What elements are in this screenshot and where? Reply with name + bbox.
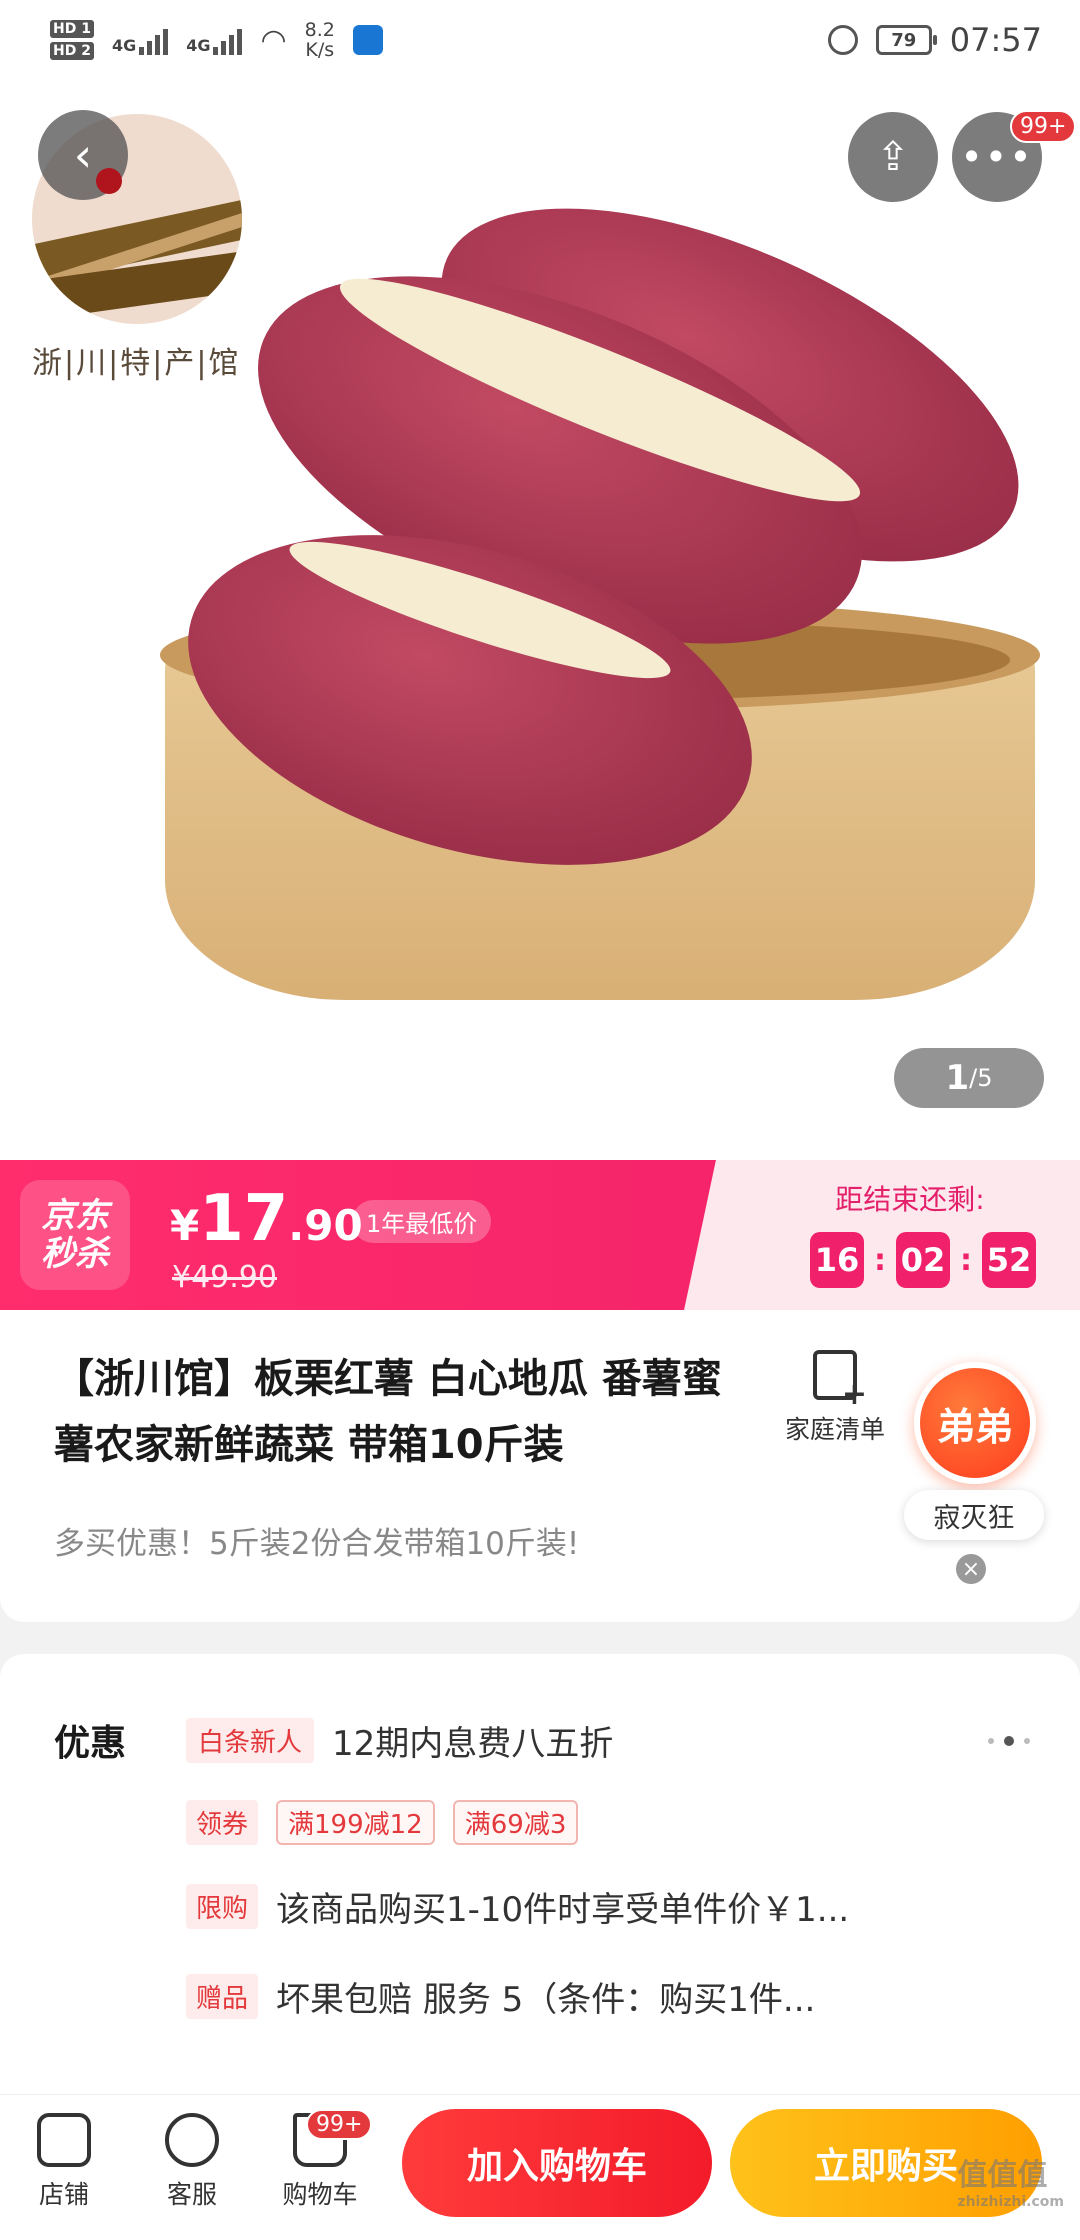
promo-text: 坏果包赔 服务 5（条件：购买1件...: [276, 1980, 816, 2020]
promo-tag: 领券: [186, 1800, 259, 1845]
store-icon: [37, 2113, 91, 2167]
net2-label: 4G: [186, 36, 211, 55]
promo-tag: 白条新人: [186, 1718, 315, 1763]
service-label: 客服: [166, 2180, 217, 2209]
product-subtitle: 多买优惠！5斤装2份合发带箱10斤装!: [54, 1526, 580, 1562]
flash-sale-bar: 京东 秒杀 ¥17.90 1年最低价 ¥49.90 距结束还剩: 16 : 02…: [0, 1160, 1080, 1310]
status-bar: HD 1 HD 2 4G 4G ◠ 8.2 K/s 79 07:57: [0, 0, 1080, 80]
watermark-main: 值值值: [957, 2158, 1048, 2193]
promo-text: 12期内息费八五折: [332, 1724, 614, 1764]
shield-icon: [352, 25, 383, 55]
promo-row-baitiao: 白条新人 12期内息费八五折: [186, 1716, 613, 1765]
assistant-name: 寂灭狂: [904, 1490, 1044, 1540]
watermark-sub: zhizhizhi.com: [957, 2194, 1064, 2210]
promo-tag: 赠品: [186, 1974, 259, 2019]
page-total: /5: [969, 1064, 993, 1092]
promo-text: 该商品购买1-10件时享受单件价￥1...: [276, 1890, 850, 1930]
clock: 07:57: [949, 21, 1042, 59]
alarm-icon: [827, 25, 858, 55]
share-button[interactable]: ⇪: [848, 112, 938, 202]
notification-dot: [96, 168, 122, 194]
store-label: 店铺: [38, 2180, 89, 2209]
countdown-minutes: 02: [896, 1232, 950, 1288]
add-to-cart-button[interactable]: 加入购物车: [402, 2109, 712, 2217]
promo-row-gift: 赠品 坏果包赔 服务 5（条件：购买1件...: [186, 1972, 815, 2021]
jd-seckill-logo: 京东 秒杀: [20, 1180, 130, 1290]
countdown-timer: 16 : 02 : 52: [810, 1232, 1036, 1288]
logo-line2: 秒杀: [41, 1234, 109, 1274]
coupon-chip[interactable]: 满69减3: [452, 1800, 579, 1845]
hd1-label: HD 1: [50, 20, 94, 38]
share-icon: ⇪: [876, 134, 910, 180]
countdown-sep: :: [874, 1242, 886, 1278]
product-title: 【浙川馆】板栗红薯 白心地瓜 番薯蜜薯农家新鲜蔬菜 带箱10斤装: [54, 1356, 722, 1468]
close-icon[interactable]: ×: [956, 1554, 986, 1584]
bottom-action-bar: 店铺 客服 购物车 99+ 加入购物车 立即购买: [0, 2094, 1080, 2240]
countdown-label: 距结束还剩:: [835, 1183, 985, 1216]
promotions-heading: 优惠: [54, 1723, 127, 1764]
lowest-price-tag: 1年最低价: [352, 1200, 492, 1243]
currency-symbol: ¥: [170, 1201, 200, 1250]
coupon-chip[interactable]: 满199减12: [276, 1800, 435, 1845]
family-list-button[interactable]: 家庭清单: [780, 1350, 890, 1446]
more-options-icon[interactable]: [988, 1736, 1030, 1746]
hd2-label: HD 2: [50, 42, 94, 60]
current-price: ¥17.90: [170, 1182, 363, 1256]
price-integer: 17: [199, 1182, 289, 1256]
battery-icon: 79: [875, 25, 937, 55]
signal2-icon: 4G: [186, 25, 243, 55]
site-watermark: 值值值 zhizhizhi.com: [957, 2150, 1064, 2210]
floating-assistant-button[interactable]: 弟弟: [914, 1362, 1036, 1484]
assistant-label: 弟弟: [936, 1404, 1013, 1449]
countdown-seconds: 52: [982, 1232, 1036, 1288]
list-add-icon: [813, 1350, 867, 1412]
hd-indicator: HD 1 HD 2: [50, 18, 94, 62]
net-speed: 8.2 K/s: [305, 20, 335, 60]
status-left: HD 1 HD 2 4G 4G ◠ 8.2 K/s: [50, 18, 383, 62]
promo-tag: 限购: [186, 1884, 259, 1929]
promo-row-coupons: 领券 满199减12 满69减3: [186, 1800, 579, 1845]
page-current: 1: [945, 1058, 970, 1098]
product-detail-page: HD 1 HD 2 4G 4G ◠ 8.2 K/s 79 07:57 浙|川|特…: [0, 0, 1080, 2240]
chat-icon: [165, 2113, 219, 2167]
wifi-icon: ◠: [260, 22, 287, 58]
customer-service-button[interactable]: 客服: [142, 2113, 242, 2211]
countdown-sep: :: [960, 1242, 972, 1278]
original-price: ¥49.90: [172, 1260, 277, 1295]
image-page-indicator: 1/5: [894, 1048, 1044, 1108]
logo-line1: 京东: [41, 1196, 109, 1236]
status-right: 79 07:57: [827, 21, 1042, 59]
cart-badge: 99+: [306, 2109, 373, 2140]
signal1-icon: 4G: [111, 25, 169, 55]
brand-name: 浙|川|特|产|馆: [32, 346, 241, 381]
promotions-card[interactable]: 优惠 白条新人 12期内息费八五折 领券 满199减12 满69减3 限购 该商…: [0, 1654, 1080, 2094]
product-title-card: 【浙川馆】板栗红薯 白心地瓜 番薯蜜薯农家新鲜蔬菜 带箱10斤装 家庭清单 多买…: [0, 1310, 1080, 1622]
speed-unit: K/s: [305, 39, 335, 61]
product-image-gallery[interactable]: 浙|川|特|产|馆 ‹ ⇪ ••• 99+ 1/5: [0, 80, 1080, 1160]
chevron-left-icon: ‹: [73, 128, 93, 182]
net1-label: 4G: [111, 36, 137, 55]
more-badge: 99+: [1010, 110, 1077, 143]
family-list-label: 家庭清单: [784, 1415, 885, 1444]
speed-value: 8.2: [304, 19, 335, 41]
battery-level: 79: [891, 29, 917, 51]
back-button[interactable]: ‹: [38, 110, 128, 200]
store-button[interactable]: 店铺: [14, 2113, 114, 2211]
cart-label: 购物车: [282, 2180, 358, 2209]
countdown-hours: 16: [810, 1232, 864, 1288]
promo-row-limit: 限购 该商品购买1-10件时享受单件价￥1...: [186, 1882, 849, 1931]
